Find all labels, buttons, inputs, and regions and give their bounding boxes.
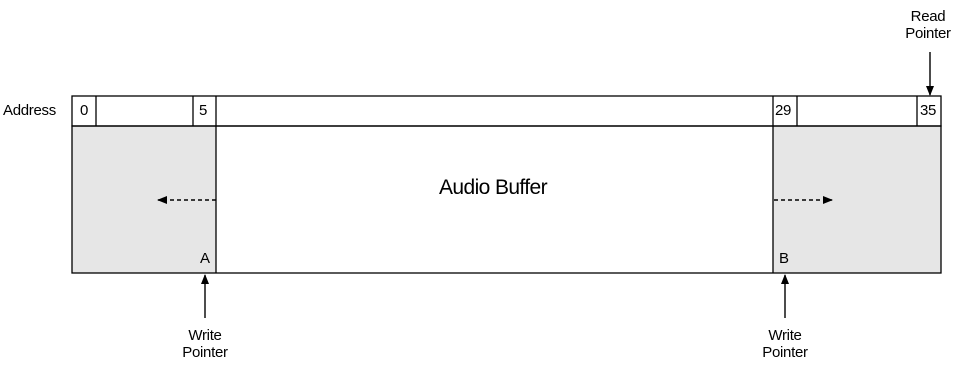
write-pointer-b-line1: Write	[768, 327, 802, 344]
address-0-label: 0	[80, 102, 89, 119]
region-a-label: A	[200, 250, 210, 267]
audio-buffer-label: Audio Buffer	[439, 176, 548, 199]
write-pointer-b-label: Write Pointer	[745, 327, 825, 361]
address-35-label: 35	[920, 102, 937, 119]
write-pointer-a-line1: Write	[188, 327, 222, 344]
address-29-label: 29	[775, 102, 792, 119]
region-b-label: B	[779, 250, 789, 267]
write-pointer-b-line2: Pointer	[762, 344, 808, 361]
read-pointer-line2: Pointer	[905, 25, 951, 42]
read-pointer-line1: Read	[910, 8, 946, 25]
address-row-label: Address	[3, 102, 56, 119]
write-pointer-a-label: Write Pointer	[165, 327, 245, 361]
address-5-label: 5	[199, 102, 208, 119]
write-pointer-a-line2: Pointer	[182, 344, 228, 361]
read-pointer-label: Read Pointer	[896, 8, 959, 42]
